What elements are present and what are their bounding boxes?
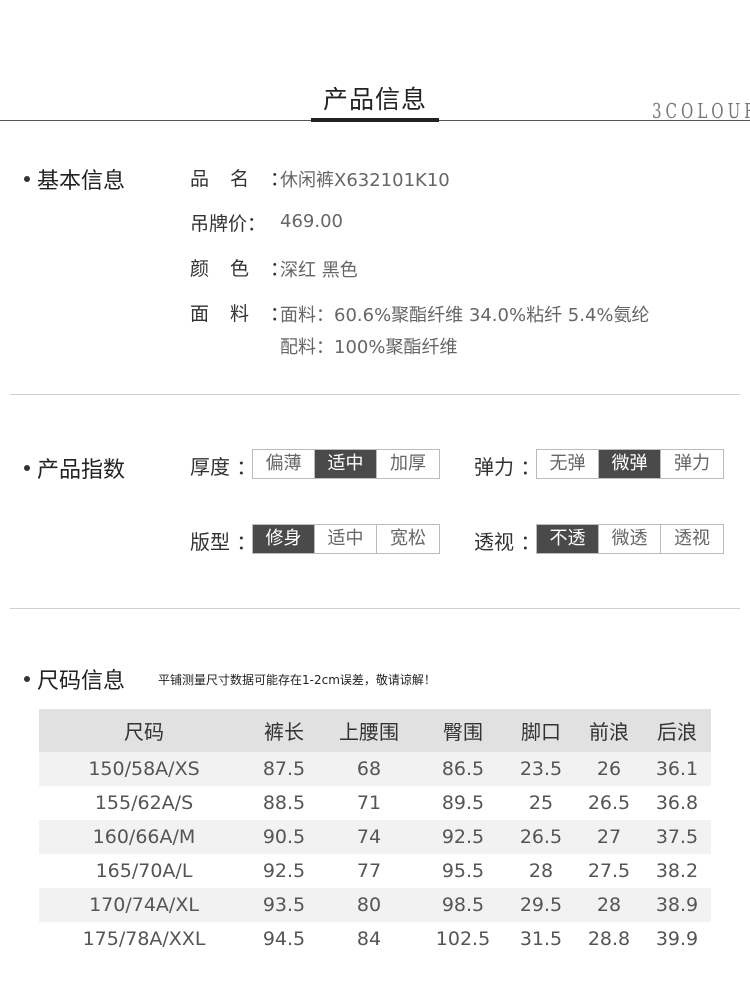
label-price: 吊牌价： <box>190 213 267 235</box>
table-cell: 89.5 <box>441 792 485 814</box>
section-title-size: 尺码信息 <box>24 663 125 695</box>
table-row: 150/58A/XS 87.5 68 86.5 23.5 26 36.1 <box>39 752 711 786</box>
sheerness-selector: 不透 微透 透视 <box>536 524 724 554</box>
table-cell: 102.5 <box>435 928 491 950</box>
table-cell: 92.5 <box>441 826 485 848</box>
table-cell: 37.5 <box>655 826 699 848</box>
table-cell: 68 <box>356 758 382 780</box>
bullet-icon <box>24 676 30 682</box>
option-thick[interactable]: 加厚 <box>377 450 439 478</box>
title-underline <box>311 118 439 122</box>
table-cell: 25 <box>528 792 554 814</box>
option-slim-selected[interactable]: 修身 <box>253 525 315 553</box>
label-name: 品名： <box>190 168 290 190</box>
size-table: 尺码 裤长 上腰围 臀围 脚口 前浪 后浪 150/58A/XS 87.5 68… <box>39 709 711 956</box>
elasticity-selector: 无弹 微弹 弹力 <box>536 449 724 479</box>
label-sheerness: 透视 ： <box>474 530 541 554</box>
table-cell: 71 <box>356 792 382 814</box>
table-row: 160/66A/M 90.5 74 92.5 26.5 27 37.5 <box>39 820 711 854</box>
table-cell: 84 <box>356 928 382 950</box>
brand-logo: 3COLOUR <box>652 99 750 124</box>
option-opaque-selected[interactable]: 不透 <box>537 525 599 553</box>
table-cell: 26.5 <box>587 792 631 814</box>
table-cell: 74 <box>356 826 382 848</box>
bullet-icon <box>24 465 30 471</box>
table-cell: 170/74A/XL <box>89 894 199 916</box>
table-cell: 28 <box>528 860 554 882</box>
table-row: 155/62A/S 88.5 71 89.5 25 26.5 36.8 <box>39 786 711 820</box>
table-cell: 88.5 <box>262 792 306 814</box>
label-elasticity: 弹力 ： <box>474 455 541 479</box>
table-row: 175/78A/XXL 94.5 84 102.5 31.5 28.8 39.9 <box>39 922 711 956</box>
table-cell: 165/70A/L <box>95 860 193 882</box>
table-cell: 39.9 <box>655 928 699 950</box>
fit-selector: 修身 适中 宽松 <box>252 524 440 554</box>
option-medium-selected[interactable]: 适中 <box>315 450 377 478</box>
value-lining: 配料：100%聚酯纤维 <box>280 337 458 358</box>
column-header: 脚口 <box>521 720 561 744</box>
label-color: 颜色： <box>190 258 290 280</box>
page-header: 产品信息 3COLOUR <box>0 0 750 125</box>
value-fabric: 面料：60.6%聚酯纤维 34.0%粘纤 5.4%氨纶 <box>280 305 650 326</box>
section-divider <box>10 394 740 395</box>
table-cell: 150/58A/XS <box>88 758 200 780</box>
size-note: 平铺测量尺寸数据可能存在1-2cm误差，敬请谅解！ <box>158 673 436 687</box>
table-cell: 26.5 <box>519 826 563 848</box>
table-cell: 92.5 <box>262 860 306 882</box>
label-fabric: 面料： <box>190 303 290 325</box>
column-header: 尺码 <box>124 720 164 744</box>
table-cell: 38.2 <box>655 860 699 882</box>
page-title: 产品信息 <box>322 85 427 114</box>
table-cell: 93.5 <box>262 894 306 916</box>
table-cell: 28.8 <box>587 928 631 950</box>
value-price: 469.00 <box>280 211 343 232</box>
table-cell: 80 <box>356 894 382 916</box>
table-cell: 160/66A/M <box>92 826 196 848</box>
section-divider <box>10 608 740 609</box>
option-sheer[interactable]: 透视 <box>661 525 723 553</box>
table-cell: 87.5 <box>262 758 306 780</box>
table-cell: 90.5 <box>262 826 306 848</box>
section-title-index: 产品指数 <box>24 452 125 484</box>
section-title-basic: 基本信息 <box>24 163 125 195</box>
table-header: 尺码 裤长 上腰围 臀围 脚口 前浪 后浪 <box>39 709 711 752</box>
table-cell: 29.5 <box>519 894 563 916</box>
table-cell: 86.5 <box>441 758 485 780</box>
option-thin[interactable]: 偏薄 <box>253 450 315 478</box>
table-cell: 77 <box>356 860 382 882</box>
table-cell: 26 <box>596 758 622 780</box>
option-loose[interactable]: 宽松 <box>377 525 439 553</box>
table-cell: 36.8 <box>655 792 699 814</box>
table-cell: 36.1 <box>655 758 699 780</box>
column-header: 上腰围 <box>339 720 399 744</box>
table-row: 165/70A/L 92.5 77 95.5 28 27.5 38.2 <box>39 854 711 888</box>
table-cell: 23.5 <box>519 758 563 780</box>
table-cell: 28 <box>596 894 622 916</box>
table-cell: 155/62A/S <box>94 792 194 814</box>
column-header: 裤长 <box>264 720 304 744</box>
table-cell: 175/78A/XXL <box>82 928 206 950</box>
value-color: 深红 黑色 <box>280 260 358 281</box>
option-stretch[interactable]: 弹力 <box>661 450 723 478</box>
option-no-stretch[interactable]: 无弹 <box>537 450 599 478</box>
table-cell: 95.5 <box>441 860 485 882</box>
option-slight-stretch-selected[interactable]: 微弹 <box>599 450 661 478</box>
bullet-icon <box>24 176 30 182</box>
column-header: 前浪 <box>589 720 629 744</box>
value-name: 休闲裤X632101K10 <box>280 170 450 191</box>
table-row: 170/74A/XL 93.5 80 98.5 29.5 28 38.9 <box>39 888 711 922</box>
table-cell: 27.5 <box>587 860 631 882</box>
table-cell: 94.5 <box>262 928 306 950</box>
column-header: 后浪 <box>657 720 697 744</box>
label-fit: 版型 ： <box>190 530 257 554</box>
column-header: 臀围 <box>443 720 483 744</box>
table-cell: 38.9 <box>655 894 699 916</box>
option-slightly-sheer[interactable]: 微透 <box>599 525 661 553</box>
option-regular[interactable]: 适中 <box>315 525 377 553</box>
thickness-selector: 偏薄 适中 加厚 <box>252 449 440 479</box>
label-thickness: 厚度 ： <box>190 455 257 479</box>
table-cell: 27 <box>596 826 622 848</box>
table-cell: 98.5 <box>441 894 485 916</box>
table-cell: 31.5 <box>519 928 563 950</box>
